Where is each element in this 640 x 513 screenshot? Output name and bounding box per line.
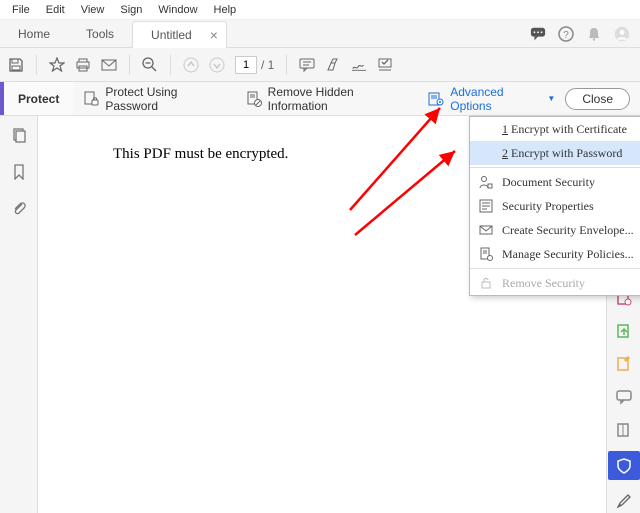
envelope-icon	[478, 223, 494, 237]
advanced-options-menu: 1 Encrypt with Certificate 2 Encrypt wit…	[469, 116, 640, 296]
remove-hidden-info-button[interactable]: Remove Hidden Information	[236, 82, 419, 115]
page-down-icon[interactable]	[209, 57, 225, 73]
help-icon[interactable]: ?	[558, 26, 574, 42]
unlock-icon	[478, 276, 494, 290]
document-erase-icon	[246, 91, 262, 107]
save-icon[interactable]	[8, 57, 24, 73]
tab-close-button[interactable]: ×	[210, 27, 218, 43]
tab-document-label: Untitled	[151, 28, 192, 42]
star-icon[interactable]	[49, 57, 65, 73]
tab-document[interactable]: Untitled ×	[132, 21, 227, 49]
svg-text:?: ?	[563, 30, 569, 41]
protect-using-password-button[interactable]: Protect Using Password	[73, 82, 235, 115]
menu-sign[interactable]: Sign	[112, 2, 150, 18]
menu-edit[interactable]: Edit	[38, 2, 73, 18]
rail-export-icon[interactable]	[610, 319, 638, 342]
zoom-out-icon[interactable]	[142, 57, 158, 73]
menu-window[interactable]: Window	[150, 2, 205, 18]
menu-file[interactable]: File	[4, 2, 38, 18]
chat-bubble-icon[interactable]	[530, 26, 546, 42]
email-icon[interactable]	[101, 57, 117, 73]
protect-using-password-label: Protect Using Password	[105, 85, 225, 113]
advanced-options-icon	[428, 91, 444, 107]
menu-help[interactable]: Help	[206, 2, 245, 18]
close-button[interactable]: Close	[565, 88, 630, 110]
page-total-label: / 1	[261, 58, 274, 72]
stamp-icon[interactable]	[377, 57, 393, 73]
print-icon[interactable]	[75, 57, 91, 73]
menu-encrypt-certificate[interactable]: 1 Encrypt with Certificate	[470, 117, 640, 141]
menu-security-properties[interactable]: Security Properties	[470, 194, 640, 218]
menu-create-envelope[interactable]: Create Security Envelope...	[470, 218, 640, 242]
page-up-icon[interactable]	[183, 57, 199, 73]
menu-encrypt-password[interactable]: 2 Encrypt with Password	[470, 141, 640, 165]
user-lock-icon	[478, 175, 494, 189]
policies-icon	[478, 247, 494, 261]
rail-more-tools-icon[interactable]	[610, 490, 638, 513]
protect-label: Protect	[0, 82, 73, 115]
left-rail	[0, 116, 38, 513]
attachment-icon[interactable]	[11, 200, 27, 216]
main-toolbar: / 1	[0, 48, 640, 82]
tab-tools[interactable]: Tools	[68, 20, 132, 48]
page-indicator: / 1	[235, 56, 274, 74]
menu-remove-security: Remove Security	[470, 271, 640, 295]
menu-view[interactable]: View	[73, 2, 113, 18]
document-lock-icon	[83, 91, 99, 107]
rail-comment-icon[interactable]	[610, 385, 638, 408]
workspace: This PDF must be encrypted. 1 Encrypt wi…	[0, 116, 640, 513]
rail-edit-icon[interactable]	[610, 352, 638, 375]
sign-icon[interactable]	[351, 57, 367, 73]
bell-icon[interactable]	[586, 26, 602, 42]
menu-bar: File Edit View Sign Window Help	[0, 0, 640, 20]
rail-protect-icon[interactable]	[608, 451, 640, 480]
page-current-input[interactable]	[235, 56, 257, 74]
properties-icon	[478, 199, 494, 213]
bookmark-icon[interactable]	[11, 164, 27, 180]
advanced-options-button[interactable]: Advanced Options ▼	[418, 82, 565, 115]
protect-toolbar: Protect Protect Using Password Remove Hi…	[0, 82, 640, 116]
user-icon[interactable]	[614, 26, 630, 42]
tab-home[interactable]: Home	[0, 20, 68, 48]
chevron-down-icon: ▼	[547, 94, 555, 103]
document-page: This PDF must be encrypted. 1 Encrypt wi…	[38, 116, 606, 513]
comment-icon[interactable]	[299, 57, 315, 73]
advanced-options-label: Advanced Options	[450, 85, 541, 113]
highlight-icon[interactable]	[325, 57, 341, 73]
remove-hidden-info-label: Remove Hidden Information	[268, 85, 409, 113]
tab-bar: Home Tools Untitled × ?	[0, 20, 640, 48]
menu-manage-policies[interactable]: Manage Security Policies...	[470, 242, 640, 266]
menu-document-security[interactable]: Document Security ▶	[470, 170, 640, 194]
thumbnails-icon[interactable]	[11, 128, 27, 144]
rail-organize-icon[interactable]	[610, 418, 638, 441]
